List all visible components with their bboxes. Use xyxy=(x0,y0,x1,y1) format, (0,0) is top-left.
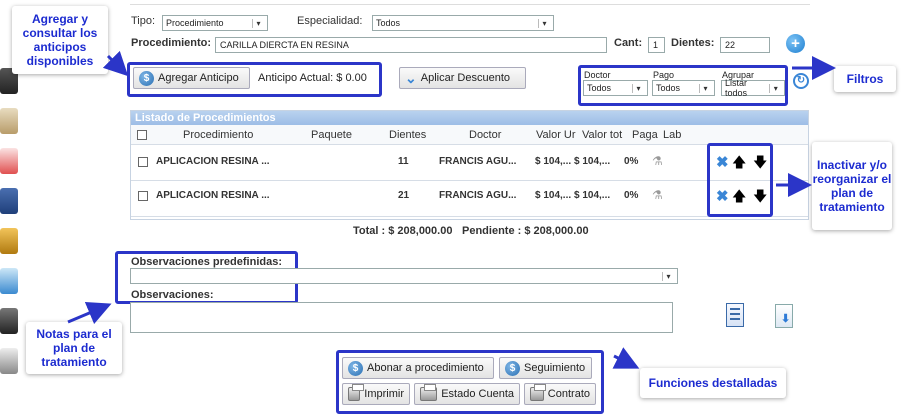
arrow-to-notas xyxy=(67,301,112,325)
arrow-to-anticipo xyxy=(102,50,129,77)
arrow-to-funciones xyxy=(612,347,640,369)
annotation-arrows xyxy=(67,50,836,369)
